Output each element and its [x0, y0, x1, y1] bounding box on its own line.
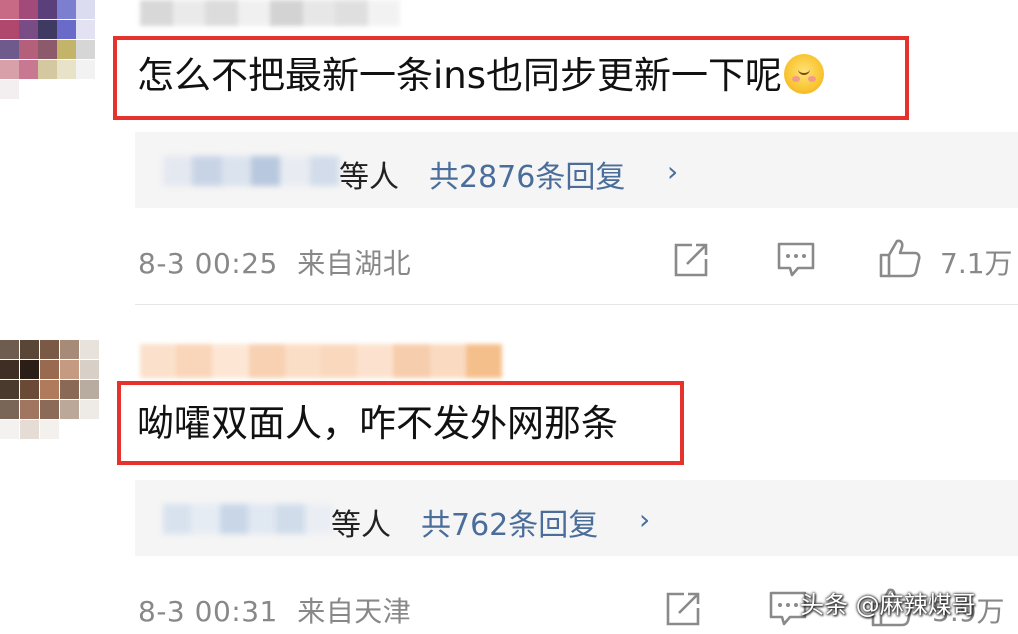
reply-users-label: 等人 — [339, 160, 399, 195]
share-icon[interactable] — [664, 590, 702, 632]
comment-text: 呦嚯双面人，咋不发外网那条 — [137, 402, 618, 445]
reply-users-blurred — [163, 156, 339, 186]
reply-preview[interactable]: 等人 共2876条回复 › — [135, 132, 1018, 208]
reply-count-link[interactable]: 共2876条回复 — [429, 152, 625, 196]
blush-face-emoji-icon — [784, 54, 825, 94]
avatar[interactable] — [0, 340, 100, 440]
timestamp: 8-3 00:25 — [138, 247, 278, 280]
divider — [135, 304, 1018, 305]
comment-text: 怎么不把最新一条ins也同步更新一下呢 — [137, 52, 825, 100]
reply-count-link[interactable]: 共762条回复 — [421, 500, 598, 544]
like-count: 7.1万 — [940, 247, 1013, 280]
avatar[interactable] — [0, 0, 95, 100]
username-blurred[interactable] — [140, 344, 503, 378]
like-thumb-icon[interactable] — [878, 237, 922, 283]
reply-preview[interactable]: 等人 共762条回复 › — [135, 480, 1018, 556]
comment-icon[interactable] — [776, 241, 816, 283]
chevron-right-icon[interactable]: › — [667, 155, 678, 188]
comment-meta: 8-3 00:25 来自湖北 — [138, 242, 411, 282]
location: 来自天津 — [297, 595, 412, 628]
chevron-right-icon[interactable]: › — [639, 503, 650, 536]
reply-users-label: 等人 — [331, 508, 391, 543]
comment-meta: 8-3 00:31 来自天津 — [138, 590, 411, 630]
timestamp: 8-3 00:31 — [138, 595, 278, 628]
username-blurred[interactable] — [140, 0, 400, 26]
share-icon[interactable] — [672, 241, 710, 283]
watermark: 头条 @麻辣煤哥 — [800, 591, 976, 619]
reply-users-blurred — [163, 504, 333, 534]
comment-list: 怎么不把最新一条ins也同步更新一下呢 等人 共2876条回复 › 8-3 00… — [0, 0, 1018, 634]
location: 来自湖北 — [297, 247, 412, 280]
